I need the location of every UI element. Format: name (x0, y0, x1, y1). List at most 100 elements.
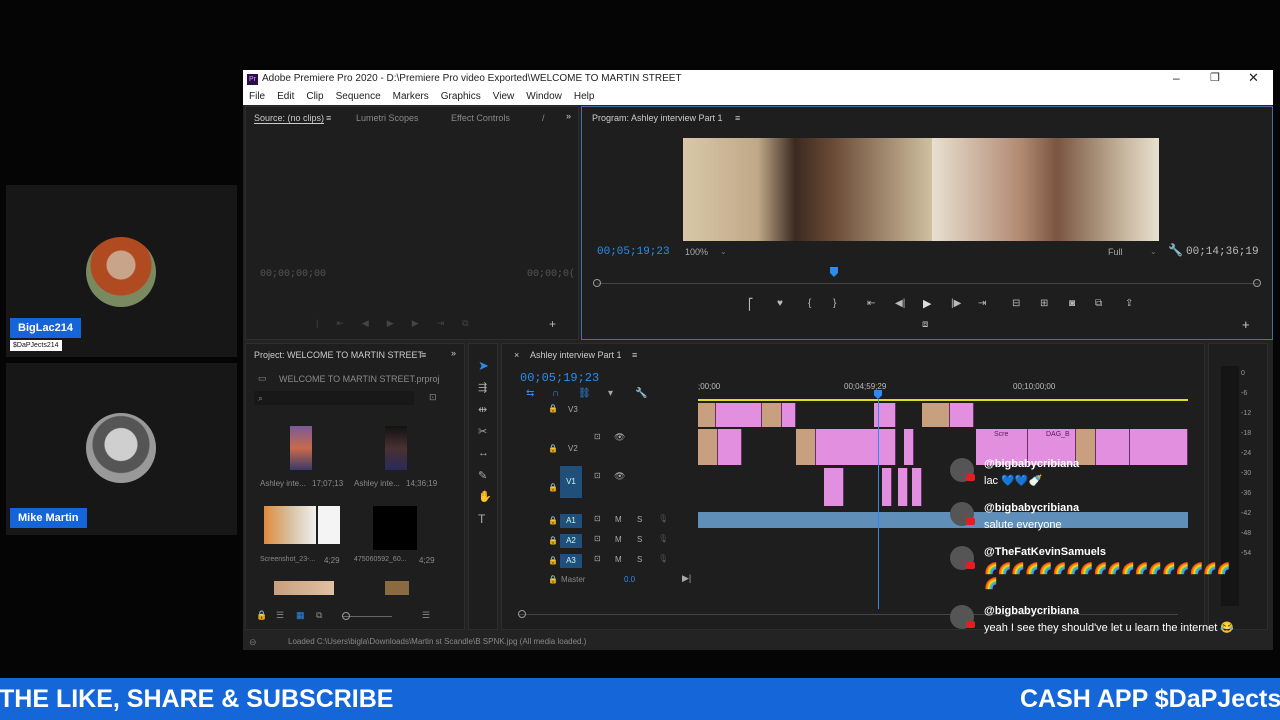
slip-tool-icon[interactable]: ↔ (478, 447, 489, 459)
type-tool-icon[interactable]: T (478, 512, 485, 526)
timeline-clip[interactable] (950, 403, 974, 427)
scrub-start-handle[interactable] (593, 279, 601, 287)
solo-button[interactable]: S (637, 535, 642, 544)
menu-item-graphics[interactable]: Graphics (441, 91, 481, 102)
close-icon[interactable]: ✕ (1248, 70, 1259, 86)
maximize-icon[interactable]: ❐ (1210, 71, 1220, 84)
track-target-a3[interactable]: A3 (560, 554, 582, 568)
step-back-icon[interactable]: ◀| (895, 298, 905, 309)
timeline-clip[interactable] (882, 468, 892, 506)
menu-item-edit[interactable]: Edit (277, 91, 294, 102)
pen-tool-icon[interactable]: ✎ (478, 469, 487, 482)
selection-tool-icon[interactable]: ➤ (478, 358, 489, 374)
add-marker-icon[interactable]: ♥ (777, 298, 783, 309)
list-view-icon[interactable]: ☰ (276, 610, 284, 621)
linked-selection-icon[interactable]: ⛓ (578, 388, 591, 399)
zoom-slider-handle[interactable] (342, 612, 350, 620)
project-title[interactable]: Project: WELCOME TO MARTIN STREET (254, 350, 423, 360)
mute-button[interactable]: M (615, 555, 622, 564)
chevron-down-icon[interactable]: ⌄ (1150, 247, 1157, 256)
mark-in-bracket-icon[interactable]: { (808, 298, 811, 309)
track-select-tool-icon[interactable]: ⇶ (478, 381, 487, 394)
lock-icon[interactable]: 🔒 (548, 556, 558, 565)
lock-icon[interactable]: 🔒 (256, 610, 267, 621)
thumbnail[interactable] (373, 506, 417, 550)
toggle-sync-icon[interactable]: ⊡ (594, 514, 601, 523)
tab-effect-controls[interactable]: Effect Controls (451, 113, 510, 123)
scrollbar-handle[interactable] (518, 610, 526, 618)
nest-icon[interactable]: ⇆ (526, 388, 534, 399)
timeline-clip[interactable] (912, 468, 922, 506)
timeline-clip[interactable] (698, 403, 716, 427)
scrub-end-handle[interactable] (1253, 279, 1261, 287)
mic-icon[interactable]: 🎙 (658, 554, 668, 563)
timeline-clip[interactable] (824, 468, 844, 506)
panel-overflow-icon[interactable]: » (451, 348, 456, 358)
sort-icon[interactable]: ☰ (422, 610, 430, 621)
menu-item-clip[interactable]: Clip (306, 91, 323, 102)
eye-icon[interactable]: 👁 (614, 471, 625, 482)
mark-out-bracket-icon[interactable]: } (833, 298, 836, 309)
timeline-clip[interactable] (898, 468, 908, 506)
timeline-clip[interactable] (718, 429, 742, 465)
more-tabs-icon[interactable]: / (542, 113, 545, 123)
minimize-icon[interactable]: – (1173, 71, 1180, 85)
tab-lumetri-scopes[interactable]: Lumetri Scopes (356, 113, 419, 123)
timeline-clip[interactable] (698, 429, 718, 465)
go-to-in-icon[interactable]: ⇤ (867, 298, 875, 309)
solo-button[interactable]: S (637, 555, 642, 564)
thumbnail[interactable] (274, 581, 334, 595)
solo-button[interactable]: S (637, 515, 642, 524)
quality-select[interactable]: Full (1108, 247, 1123, 257)
zoom-select[interactable]: 100% (685, 247, 708, 257)
mute-button[interactable]: M (615, 535, 622, 544)
comparison-view-icon[interactable]: ⧉ (1095, 298, 1102, 309)
tab-source[interactable]: Source: (no clips) (254, 113, 325, 124)
razor-tool-icon[interactable]: ✂ (478, 425, 487, 438)
thumbnail[interactable] (290, 426, 312, 470)
snap-icon[interactable]: ∩ (552, 388, 559, 399)
lock-icon[interactable]: 🔒 (548, 516, 558, 525)
settings-wrench-icon[interactable]: 🔧 (635, 388, 647, 399)
scrub-bar[interactable] (597, 283, 1259, 284)
toggle-sync-icon[interactable]: ⊡ (594, 471, 601, 480)
toggle-sync-icon[interactable]: ⊡ (594, 554, 601, 563)
timeline-clip[interactable] (796, 429, 816, 465)
timeline-clip[interactable] (904, 429, 914, 465)
hand-tool-icon[interactable]: ✋ (478, 490, 492, 503)
menu-item-sequence[interactable]: Sequence (336, 91, 381, 102)
panel-menu-icon[interactable]: ≡ (421, 350, 426, 360)
program-title[interactable]: Program: Ashley interview Part 1 (592, 113, 723, 123)
timeline-clip[interactable] (716, 403, 762, 427)
lock-icon[interactable]: 🔒 (548, 444, 558, 453)
timeline-clip[interactable] (816, 429, 896, 465)
toggle-sync-icon[interactable]: ⊡ (594, 534, 601, 543)
close-sequence-icon[interactable]: × (514, 350, 519, 360)
eye-icon[interactable]: 👁 (614, 432, 625, 443)
settings-wrench-icon[interactable]: 🔧 (1168, 243, 1183, 257)
thumbnail[interactable] (385, 581, 409, 595)
add-marker-icon[interactable]: ▾ (608, 388, 613, 399)
menu-item-view[interactable]: View (493, 91, 515, 102)
lift-icon[interactable]: ⊟ (1012, 298, 1020, 309)
go-to-end-icon[interactable]: ▶| (682, 573, 691, 584)
program-timecode[interactable]: 00;05;19;23 (597, 246, 670, 258)
playhead-icon[interactable] (874, 390, 882, 399)
mic-icon[interactable]: 🎙 (658, 534, 668, 543)
lock-icon[interactable]: 🔒 (548, 575, 558, 584)
thumbnail[interactable] (385, 426, 407, 470)
vr-video-icon[interactable]: ⧈ (922, 319, 928, 330)
lock-icon[interactable]: 🔒 (548, 404, 558, 413)
track-target-v1[interactable]: V1 (560, 466, 582, 498)
program-add-button[interactable]: + (1242, 317, 1250, 332)
panel-overflow-icon[interactable]: » (566, 111, 571, 121)
toggle-sync-icon[interactable]: ⊡ (594, 432, 601, 441)
menu-item-window[interactable]: Window (526, 91, 562, 102)
lock-icon[interactable]: 🔒 (548, 536, 558, 545)
panel-menu-icon[interactable]: ≡ (326, 113, 331, 123)
timeline-timecode[interactable]: 00;05;19;23 (520, 371, 599, 385)
step-forward-icon[interactable]: |▶ (951, 298, 961, 309)
play-icon[interactable]: ▶ (923, 297, 931, 310)
sequence-tab[interactable]: Ashley interview Part 1 (530, 350, 622, 360)
source-add-button[interactable]: + (549, 317, 556, 331)
